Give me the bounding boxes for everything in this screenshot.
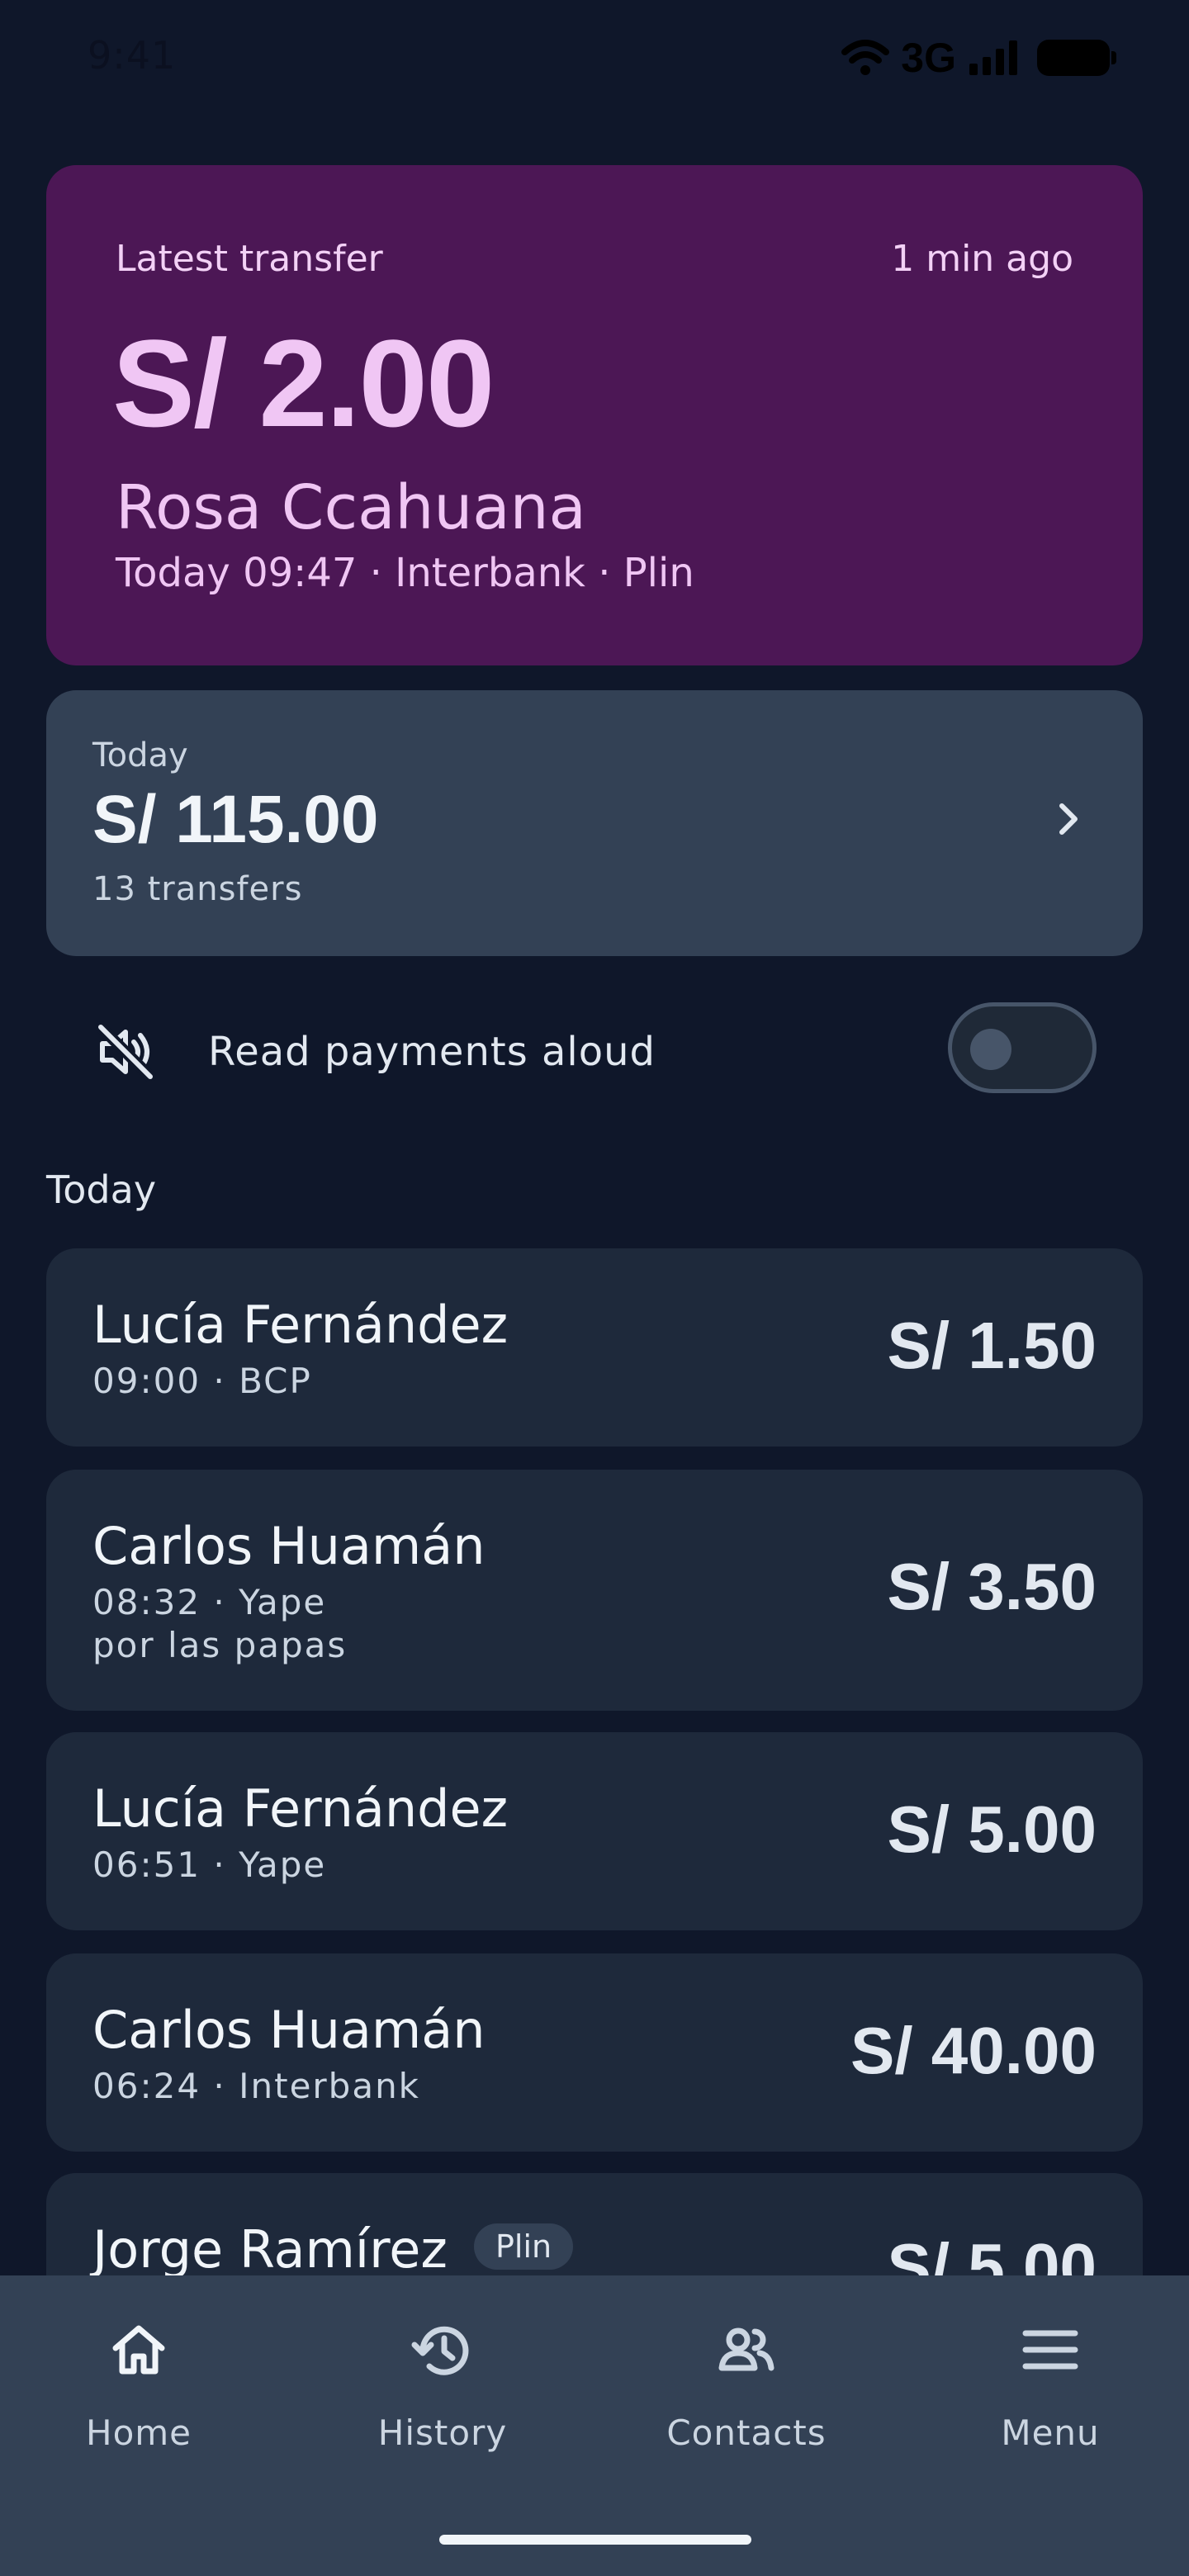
latest-transfer-time-ago: 1 min ago xyxy=(891,238,1073,280)
transaction-meta: 06:51 · Yape xyxy=(92,1844,327,1885)
latest-transfer-amount: S/ 2.00 xyxy=(112,314,495,452)
toggle-knob xyxy=(970,1029,1011,1070)
nav-item-history[interactable]: History xyxy=(335,2317,550,2482)
transaction-item[interactable]: Lucía Fernández 06:51 · Yape S/ 5.00 xyxy=(46,1732,1143,1930)
transaction-meta: 09:00 · BCP xyxy=(92,1361,312,1401)
latest-transfer-sender: Rosa Ccahuana xyxy=(116,472,586,543)
bottom-navigation: Home History Contacts Menu xyxy=(0,2275,1189,2576)
transaction-item[interactable]: Lucía Fernández 09:00 · BCP S/ 1.50 xyxy=(46,1248,1143,1447)
status-indicators: 3G xyxy=(841,35,1116,81)
transaction-amount: S/ 40.00 xyxy=(850,2014,1097,2087)
volume-off-icon xyxy=(95,1021,156,1082)
chevron-right-icon xyxy=(1059,803,1078,835)
latest-transfer-label: Latest transfer xyxy=(116,238,383,280)
nav-item-home[interactable]: Home xyxy=(31,2317,246,2482)
transaction-item[interactable]: Carlos Huamán 08:32 · Yape por las papas… xyxy=(46,1470,1143,1711)
signal-icon xyxy=(969,40,1017,75)
nav-label-home: Home xyxy=(85,2413,192,2453)
summary-amount: S/ 115.00 xyxy=(92,782,379,857)
transaction-name: Jorge Ramírez xyxy=(92,2219,448,2280)
contacts-icon xyxy=(718,2327,775,2371)
battery-icon xyxy=(1037,40,1116,76)
section-heading-today: Today xyxy=(46,1167,157,1212)
latest-transfer-meta: Today 09:47 · Interbank · Plin xyxy=(116,550,694,596)
home-icon xyxy=(112,2325,165,2375)
transaction-meta: 06:24 · Interbank xyxy=(92,2066,421,2106)
read-aloud-toggle[interactable] xyxy=(948,1002,1097,1093)
status-bar: 9:41 3G xyxy=(0,0,1189,116)
summary-count: 13 transfers xyxy=(92,870,303,908)
nav-label-history: History xyxy=(377,2413,508,2453)
read-aloud-row: Read payments aloud xyxy=(46,991,1143,1106)
transaction-meta: 08:32 · Yape xyxy=(92,1582,327,1622)
network-type: 3G xyxy=(901,35,956,81)
status-time: 9:41 xyxy=(88,33,177,78)
transaction-amount: S/ 5.00 xyxy=(887,1792,1097,1866)
nav-label-menu: Menu xyxy=(1001,2413,1100,2453)
transaction-name: Carlos Huamán xyxy=(92,1516,486,1576)
transaction-name: Lucía Fernández xyxy=(92,1295,509,1355)
transaction-item[interactable]: Carlos Huamán 06:24 · Interbank S/ 40.00 xyxy=(46,1953,1143,2152)
nav-item-menu[interactable]: Menu xyxy=(943,2317,1158,2482)
transaction-note: por las papas xyxy=(92,1625,348,1665)
payment-method-badge: Plin xyxy=(473,2223,574,2270)
transaction-name: Lucía Fernández xyxy=(92,1778,509,1839)
latest-transfer-card[interactable]: Latest transfer 1 min ago S/ 2.00 Rosa C… xyxy=(46,165,1143,665)
transaction-name: Carlos Huamán xyxy=(92,2000,486,2060)
transaction-amount: S/ 1.50 xyxy=(887,1309,1097,1382)
nav-item-contacts[interactable]: Contacts xyxy=(639,2317,854,2482)
nav-label-contacts: Contacts xyxy=(666,2413,827,2453)
transaction-name-with-badge: Jorge Ramírez Plin xyxy=(92,2219,574,2280)
wifi-icon xyxy=(841,40,890,75)
read-aloud-label: Read payments aloud xyxy=(208,1029,656,1075)
summary-label: Today xyxy=(92,736,188,774)
home-indicator xyxy=(439,2535,751,2545)
menu-icon xyxy=(1022,2330,1078,2370)
today-summary-card[interactable]: Today S/ 115.00 13 transfers xyxy=(46,690,1143,956)
transaction-amount: S/ 3.50 xyxy=(887,1550,1097,1623)
history-icon xyxy=(411,2326,469,2375)
